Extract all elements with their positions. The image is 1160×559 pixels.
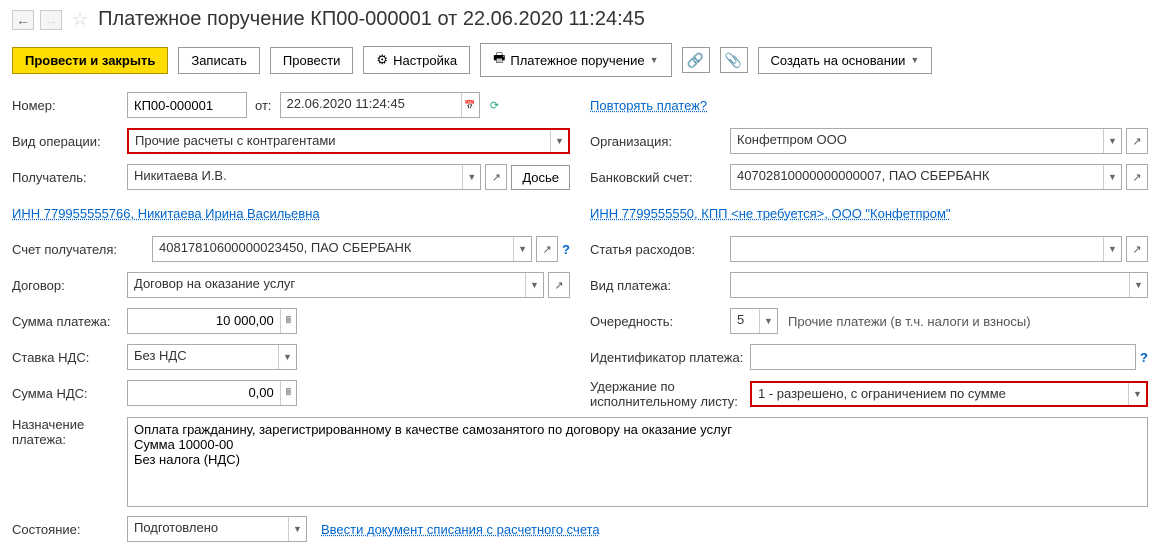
recipient-account-label: Счет получателя: — [12, 242, 152, 257]
chevron-down-icon: ▼ — [650, 55, 659, 65]
purpose-textarea[interactable] — [127, 417, 1148, 507]
open-icon[interactable]: ↗ — [1126, 128, 1148, 154]
open-icon[interactable]: ↗ — [548, 272, 570, 298]
expense-select[interactable]: ▼ — [730, 236, 1122, 262]
open-icon[interactable]: ↗ — [485, 164, 507, 190]
priority-label: Очередность: — [590, 314, 730, 329]
page-title: Платежное поручение КП00-000001 от 22.06… — [98, 8, 645, 31]
sum-label: Сумма платежа: — [12, 314, 127, 329]
recipient-inn-link[interactable]: ИНН 779955555766, Никитаева Ирина Василь… — [12, 206, 320, 221]
recipient-select[interactable]: Никитаева И.В. ▼ — [127, 164, 481, 190]
chevron-down-icon[interactable]: ▼ — [1103, 129, 1121, 153]
operation-type-select[interactable]: Прочие расчеты с контрагентами ▼ — [127, 128, 570, 154]
chevron-down-icon[interactable]: ▼ — [1129, 273, 1147, 297]
print-button[interactable]: 🖶Платежное поручение▼ — [480, 43, 671, 77]
chevron-down-icon[interactable]: ▼ — [759, 309, 777, 333]
vat-rate-label: Ставка НДС: — [12, 350, 127, 365]
recipient-label: Получатель: — [12, 170, 127, 185]
expense-label: Статья расходов: — [590, 242, 730, 257]
chevron-down-icon: ▼ — [910, 55, 919, 65]
recipient-account-select[interactable]: 40817810600000023450, ПАО СБЕРБАНК ▼ — [152, 236, 532, 262]
save-button[interactable]: Записать — [178, 47, 260, 74]
chevron-down-icon[interactable]: ▼ — [550, 130, 568, 152]
organization-label: Организация: — [590, 134, 730, 149]
sum-input[interactable] — [128, 309, 280, 331]
number-label: Номер: — [12, 98, 127, 113]
calculator-icon[interactable]: 🖩 — [280, 381, 296, 405]
vat-sum-input[interactable] — [128, 381, 280, 403]
help-icon[interactable]: ? — [562, 242, 570, 257]
chevron-down-icon[interactable]: ▼ — [525, 273, 543, 297]
priority-hint: Прочие платежи (в т.ч. налоги и взносы) — [782, 314, 1031, 329]
nav-back-button[interactable]: ← — [12, 10, 34, 30]
chevron-down-icon[interactable]: ▼ — [1128, 383, 1146, 405]
link-icon-button[interactable]: 🔗 — [682, 47, 710, 73]
refresh-icon[interactable]: ⟳ — [484, 92, 506, 118]
chevron-down-icon[interactable]: ▼ — [288, 517, 306, 541]
payment-type-label: Вид платежа: — [590, 278, 730, 293]
number-input[interactable] — [127, 92, 247, 118]
printer-icon: 🖶 — [493, 49, 505, 71]
repeat-payment-link[interactable]: Повторять платеж? — [590, 98, 707, 113]
withholding-select[interactable]: 1 - разрешено, с ограничением по сумме ▼ — [750, 381, 1148, 407]
open-icon[interactable]: ↗ — [1126, 164, 1148, 190]
calendar-icon[interactable]: 📅 — [461, 93, 479, 117]
nav-forward-button[interactable]: → — [40, 10, 62, 30]
identifier-input[interactable] — [750, 344, 1136, 370]
vat-rate-select[interactable]: Без НДС ▼ — [127, 344, 297, 370]
operation-type-label: Вид операции: — [12, 134, 127, 149]
contract-select[interactable]: Договор на оказание услуг ▼ — [127, 272, 544, 298]
create-based-on-button[interactable]: Создать на основании▼ — [758, 47, 933, 74]
bank-account-label: Банковский счет: — [590, 170, 730, 185]
organization-select[interactable]: Конфетпром ООО ▼ — [730, 128, 1122, 154]
priority-select[interactable]: 5 ▼ — [730, 308, 778, 334]
vat-sum-label: Сумма НДС: — [12, 386, 127, 401]
open-icon[interactable]: ↗ — [1126, 236, 1148, 262]
open-icon[interactable]: ↗ — [536, 236, 558, 262]
gear-icon: ⚙ — [376, 52, 388, 68]
contract-label: Договор: — [12, 278, 127, 293]
chevron-down-icon[interactable]: ▼ — [278, 345, 296, 369]
from-label: от: — [251, 98, 276, 113]
purpose-label: Назначение платежа: — [12, 417, 127, 447]
help-icon[interactable]: ? — [1140, 350, 1148, 365]
post-button[interactable]: Провести — [270, 47, 354, 74]
favorite-star-icon[interactable]: ☆ — [68, 9, 92, 30]
calculator-icon[interactable]: 🖩 — [280, 309, 296, 333]
chevron-down-icon[interactable]: ▼ — [513, 237, 531, 261]
payment-type-select[interactable]: ▼ — [730, 272, 1148, 298]
attachment-icon-button[interactable]: 📎 — [720, 47, 748, 73]
organization-inn-link[interactable]: ИНН 7799555550, КПП <не требуется>, ООО … — [590, 206, 951, 221]
state-select[interactable]: Подготовлено ▼ — [127, 516, 307, 542]
settings-button[interactable]: ⚙Настройка — [363, 46, 470, 74]
date-input[interactable]: 22.06.2020 11:24:45 — [281, 93, 461, 117]
identifier-label: Идентификатор платежа: — [590, 350, 750, 365]
chevron-down-icon[interactable]: ▼ — [1103, 237, 1121, 261]
bank-account-select[interactable]: 40702810000000000007, ПАО СБЕРБАНК ▼ — [730, 164, 1122, 190]
dossier-button[interactable]: Досье — [511, 165, 570, 190]
post-and-close-button[interactable]: Провести и закрыть — [12, 47, 168, 74]
state-label: Состояние: — [12, 522, 127, 537]
withholding-label: Удержание по исполнительному листу: — [590, 379, 750, 409]
chevron-down-icon[interactable]: ▼ — [462, 165, 480, 189]
writeoff-link[interactable]: Ввести документ списания с расчетного сч… — [321, 522, 600, 537]
chevron-down-icon[interactable]: ▼ — [1103, 165, 1121, 189]
